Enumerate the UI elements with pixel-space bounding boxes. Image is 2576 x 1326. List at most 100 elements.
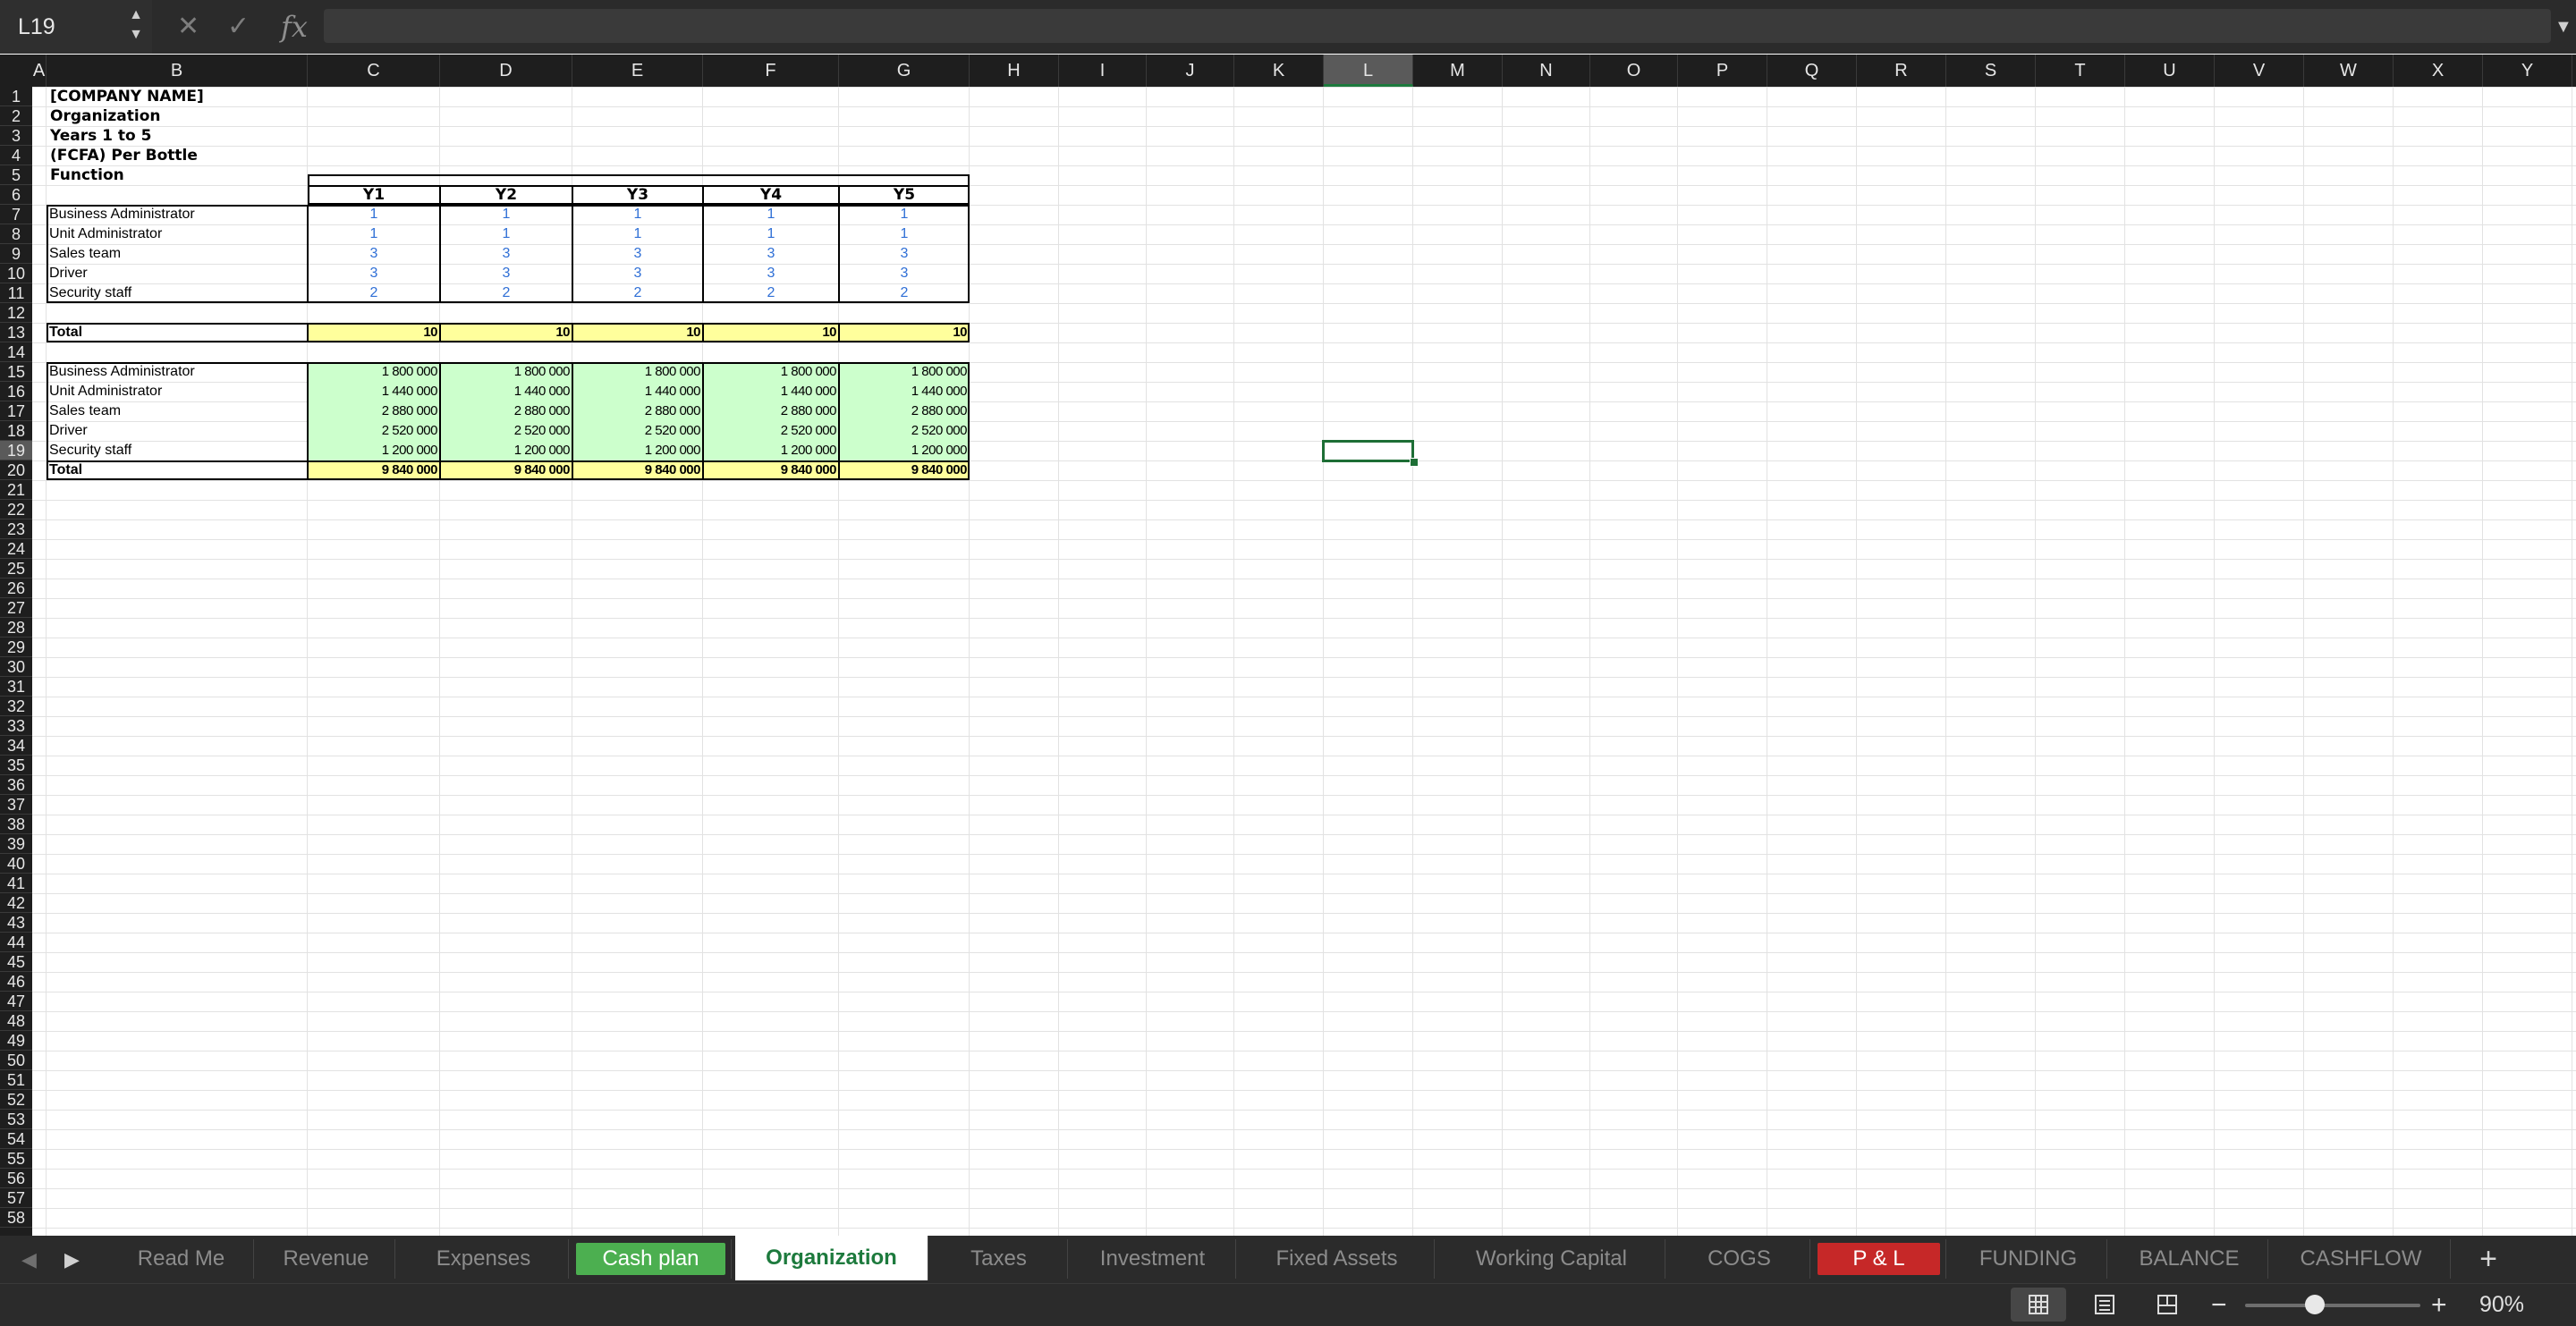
headcount-total[interactable]: 10 — [839, 324, 970, 342]
sheet-tab[interactable]: Working Capital — [1438, 1239, 1665, 1279]
row-header[interactable]: 21 — [0, 480, 32, 500]
salary-value[interactable]: 1 440 000 — [308, 383, 440, 401]
title-line[interactable]: [COMPANY NAME] — [47, 88, 308, 106]
row-header[interactable]: 5 — [0, 165, 32, 185]
headcount-value[interactable]: 1 — [308, 225, 440, 244]
fill-handle[interactable] — [1410, 458, 1419, 467]
cancel-icon[interactable]: ✕ — [177, 0, 199, 54]
row-header[interactable]: 34 — [0, 736, 32, 756]
headcount-total[interactable]: 10 — [703, 324, 839, 342]
column-header[interactable]: C — [308, 55, 440, 87]
row-header[interactable]: 17 — [0, 401, 32, 421]
page-layout-view-button[interactable] — [2077, 1288, 2132, 1322]
row-header[interactable]: 1 — [0, 87, 32, 106]
row-label[interactable]: Sales team — [47, 402, 308, 421]
row-header[interactable]: 58 — [0, 1208, 32, 1228]
selected-cell[interactable] — [1322, 440, 1414, 462]
salary-value[interactable]: 2 880 000 — [572, 402, 703, 421]
row-label[interactable]: Business Administrator — [47, 363, 308, 382]
column-header[interactable]: D — [440, 55, 572, 87]
row-header[interactable]: 32 — [0, 697, 32, 716]
name-box-stepper[interactable]: ▲ ▼ — [127, 5, 145, 45]
salary-value[interactable]: 2 880 000 — [440, 402, 572, 421]
column-header[interactable]: F — [703, 55, 839, 87]
confirm-icon[interactable]: ✓ — [227, 0, 250, 54]
headcount-value[interactable]: 3 — [839, 265, 970, 283]
column-header[interactable]: K — [1234, 55, 1324, 87]
row-header[interactable]: 19 — [0, 441, 32, 460]
row-header[interactable]: 44 — [0, 933, 32, 952]
row-header[interactable]: 15 — [0, 362, 32, 382]
salary-value[interactable]: 2 880 000 — [839, 402, 970, 421]
headcount-value[interactable]: 1 — [572, 225, 703, 244]
row-header[interactable]: 10 — [0, 264, 32, 283]
row-header[interactable]: 51 — [0, 1070, 32, 1090]
salary-total[interactable]: 9 840 000 — [440, 461, 572, 480]
year-header[interactable]: Y4 — [703, 186, 839, 205]
column-header[interactable]: W — [2304, 55, 2394, 87]
row-header[interactable]: 39 — [0, 834, 32, 854]
row-label[interactable]: Driver — [47, 422, 308, 441]
headcount-value[interactable]: 3 — [703, 265, 839, 283]
column-header[interactable]: I — [1059, 55, 1147, 87]
zoom-in-button[interactable]: + — [2431, 1284, 2447, 1326]
row-header[interactable]: 29 — [0, 638, 32, 657]
column-header[interactable]: R — [1857, 55, 1946, 87]
sheet-tab[interactable]: Organization — [735, 1236, 928, 1280]
salary-value[interactable]: 1 440 000 — [572, 383, 703, 401]
salary-total[interactable]: 9 840 000 — [308, 461, 440, 480]
row-label[interactable]: Sales team — [47, 245, 308, 264]
column-header[interactable]: A — [32, 55, 47, 87]
row-header[interactable]: 20 — [0, 460, 32, 480]
salary-value[interactable]: 2 520 000 — [308, 422, 440, 441]
headcount-value[interactable]: 1 — [839, 225, 970, 244]
salary-value[interactable]: 2 520 000 — [440, 422, 572, 441]
row-header[interactable]: 50 — [0, 1051, 32, 1070]
salary-value[interactable]: 1 200 000 — [308, 442, 440, 460]
row-header[interactable]: 37 — [0, 795, 32, 815]
row-header[interactable]: 52 — [0, 1090, 32, 1110]
salary-value[interactable]: 1 440 000 — [440, 383, 572, 401]
row-header[interactable]: 48 — [0, 1011, 32, 1031]
headcount-value[interactable]: 1 — [440, 206, 572, 224]
row-header[interactable]: 14 — [0, 342, 32, 362]
function-icon[interactable]: fx — [281, 0, 308, 54]
row-header[interactable]: 36 — [0, 775, 32, 795]
sheet-tab[interactable]: P & L — [1814, 1239, 1946, 1279]
headcount-value[interactable]: 3 — [572, 265, 703, 283]
salary-value[interactable]: 1 800 000 — [572, 363, 703, 382]
row-header[interactable]: 35 — [0, 756, 32, 775]
headcount-value[interactable]: 1 — [440, 225, 572, 244]
headcount-value[interactable]: 2 — [308, 284, 440, 303]
row-header[interactable]: 22 — [0, 500, 32, 519]
row-header[interactable]: 26 — [0, 579, 32, 598]
row-header[interactable]: 30 — [0, 657, 32, 677]
sheet-tab[interactable]: Expenses — [399, 1239, 569, 1279]
chevron-right-icon[interactable]: ▶ — [64, 1236, 80, 1283]
year-header[interactable]: Y2 — [440, 186, 572, 205]
salary-value[interactable]: 2 520 000 — [703, 422, 839, 441]
headcount-value[interactable]: 1 — [703, 206, 839, 224]
row-header[interactable]: 54 — [0, 1129, 32, 1149]
headcount-value[interactable]: 2 — [440, 284, 572, 303]
salary-value[interactable]: 1 440 000 — [839, 383, 970, 401]
column-header[interactable]: Y — [2483, 55, 2572, 87]
zoom-slider[interactable] — [2245, 1304, 2420, 1307]
row-header[interactable]: 49 — [0, 1031, 32, 1051]
headcount-value[interactable]: 2 — [572, 284, 703, 303]
row-header[interactable]: 16 — [0, 382, 32, 401]
row-header[interactable]: 47 — [0, 992, 32, 1011]
row-header[interactable]: 24 — [0, 539, 32, 559]
salary-value[interactable]: 1 200 000 — [572, 442, 703, 460]
column-header[interactable]: Q — [1767, 55, 1857, 87]
row-header[interactable]: 31 — [0, 677, 32, 697]
column-header[interactable]: H — [970, 55, 1059, 87]
row-header[interactable]: 40 — [0, 854, 32, 874]
headcount-value[interactable]: 3 — [703, 245, 839, 264]
row-header[interactable]: 13 — [0, 323, 32, 342]
headcount-value[interactable]: 3 — [308, 265, 440, 283]
row-header[interactable]: 18 — [0, 421, 32, 441]
sheet-tab[interactable]: Fixed Assets — [1240, 1239, 1435, 1279]
column-header[interactable]: J — [1147, 55, 1234, 87]
row-header[interactable]: 55 — [0, 1149, 32, 1169]
